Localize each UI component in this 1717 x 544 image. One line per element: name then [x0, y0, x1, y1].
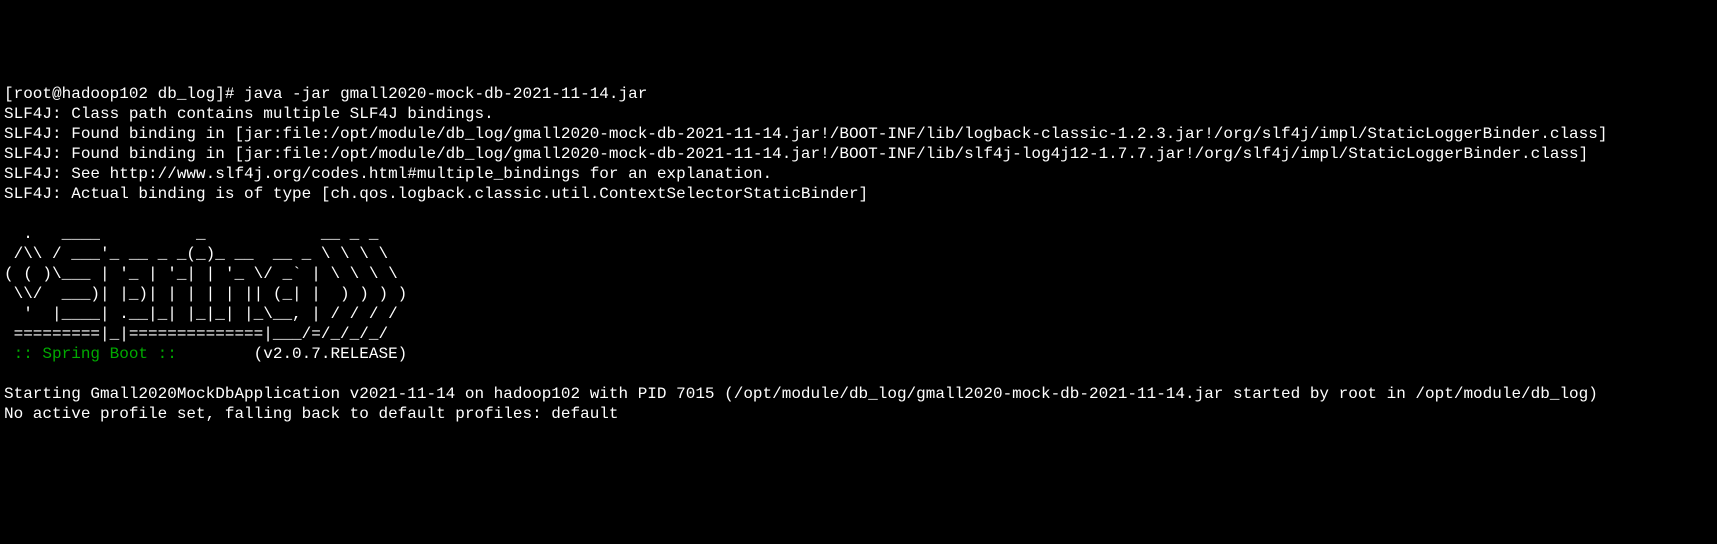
- shell-prompt: [root@hadoop102 db_log]#: [4, 85, 244, 103]
- spring-boot-version: (v2.0.7.RELEASE): [186, 345, 407, 363]
- ascii-art-line: /\\ / ___'_ __ _ _(_)_ __ __ _ \ \ \ \: [4, 245, 388, 263]
- spring-boot-label: :: Spring Boot ::: [4, 345, 186, 363]
- ascii-art-line: \\/ ___)| |_)| | | | | || (_| | ) ) ) ): [4, 285, 407, 303]
- prompt-line: [root@hadoop102 db_log]# java -jar gmall…: [4, 85, 647, 103]
- ascii-art-line: ( ( )\___ | '_ | '_| | '_ \/ _` | \ \ \ …: [4, 265, 398, 283]
- ascii-art-line: ' |____| .__|_| |_|_| |_\__, | / / / /: [4, 305, 398, 323]
- log-line: SLF4J: Actual binding is of type [ch.qos…: [4, 185, 868, 203]
- log-line: Starting Gmall2020MockDbApplication v202…: [4, 385, 1598, 403]
- log-line: SLF4J: Class path contains multiple SLF4…: [4, 105, 494, 123]
- log-line: SLF4J: See http://www.slf4j.org/codes.ht…: [4, 165, 772, 183]
- spring-boot-line: :: Spring Boot :: (v2.0.7.RELEASE): [4, 345, 407, 363]
- log-line: No active profile set, falling back to d…: [4, 405, 619, 423]
- command: java -jar gmall2020-mock-db-2021-11-14.j…: [244, 85, 647, 103]
- ascii-art-line: . ____ _ __ _ _: [4, 225, 378, 243]
- ascii-art-line: =========|_|==============|___/=/_/_/_/: [4, 325, 388, 343]
- terminal-output[interactable]: [root@hadoop102 db_log]# java -jar gmall…: [4, 84, 1713, 424]
- log-line: SLF4J: Found binding in [jar:file:/opt/m…: [4, 145, 1588, 163]
- log-line: SLF4J: Found binding in [jar:file:/opt/m…: [4, 125, 1607, 143]
